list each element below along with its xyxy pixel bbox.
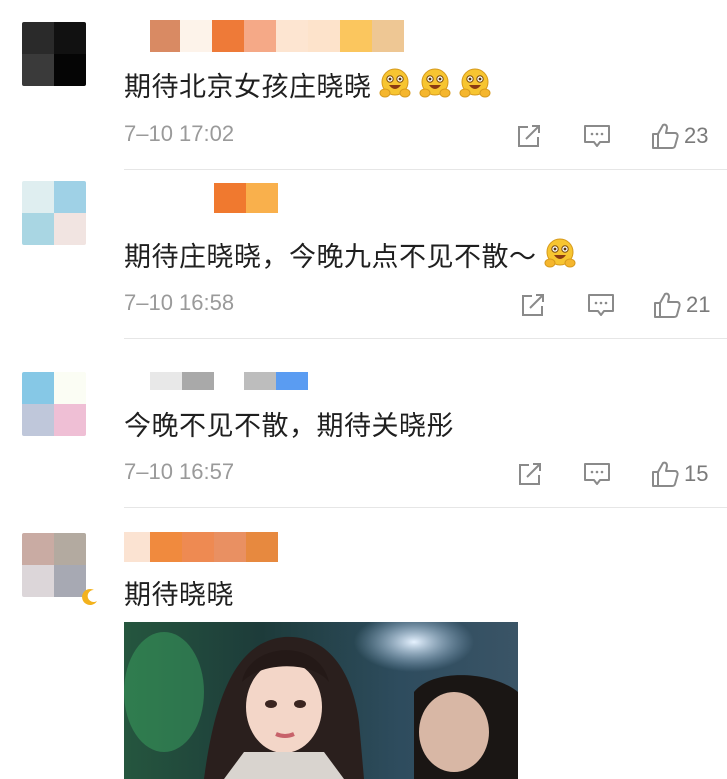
username-censored[interactable] xyxy=(150,372,308,390)
share-icon[interactable] xyxy=(515,459,545,489)
grinning-hug-emoji xyxy=(544,238,575,268)
comment-icon[interactable] xyxy=(586,290,616,320)
thumbs-up-icon xyxy=(652,461,679,487)
avatar[interactable] xyxy=(22,372,86,436)
avatar[interactable] xyxy=(22,22,86,86)
thumbs-up-icon xyxy=(654,292,681,318)
like-button[interactable]: 15 xyxy=(650,459,708,489)
avatar[interactable] xyxy=(22,181,86,245)
crescent-badge-icon xyxy=(82,588,97,605)
comment-time: 7–10 17:02 xyxy=(124,121,235,146)
comment-text: 期待晓晓 xyxy=(124,579,234,611)
comment-meta: 7–10 17:02 23 xyxy=(124,121,727,151)
thumbs-up-icon xyxy=(652,123,679,149)
username-censored[interactable] xyxy=(124,532,278,562)
comment-meta: 7–10 16:57 15 xyxy=(124,459,727,489)
divider xyxy=(124,169,727,170)
comment-text: 期待北京女孩庄晓晓 xyxy=(124,64,492,104)
comment-meta: 7–10 16:58 21 xyxy=(124,290,727,320)
username-censored[interactable] xyxy=(214,183,278,213)
like-count: 15 xyxy=(684,461,709,486)
grinning-hug-emoji xyxy=(419,68,450,98)
comment-time: 7–10 16:58 xyxy=(124,290,235,315)
like-button[interactable]: 21 xyxy=(652,290,710,320)
divider xyxy=(124,338,727,339)
divider xyxy=(124,507,727,508)
like-button[interactable]: 23 xyxy=(650,121,708,151)
share-icon[interactable] xyxy=(518,290,548,320)
avatar[interactable] xyxy=(22,533,86,597)
grinning-hug-emoji xyxy=(459,68,490,98)
comment-icon[interactable] xyxy=(582,121,612,151)
grinning-hug-emoji xyxy=(379,68,410,98)
photo-content xyxy=(124,622,518,779)
like-count: 21 xyxy=(686,292,711,317)
comment-text: 期待庄晓晓，今晚九点不见不散～ xyxy=(124,234,577,274)
comment-time: 7–10 16:57 xyxy=(124,459,235,484)
comment-text: 今晚不见不散，期待关晓彤 xyxy=(124,410,454,442)
comment-icon[interactable] xyxy=(582,459,612,489)
attached-photo[interactable] xyxy=(124,622,518,779)
share-icon[interactable] xyxy=(514,121,544,151)
username-censored[interactable] xyxy=(150,20,404,52)
like-count: 23 xyxy=(684,123,709,148)
